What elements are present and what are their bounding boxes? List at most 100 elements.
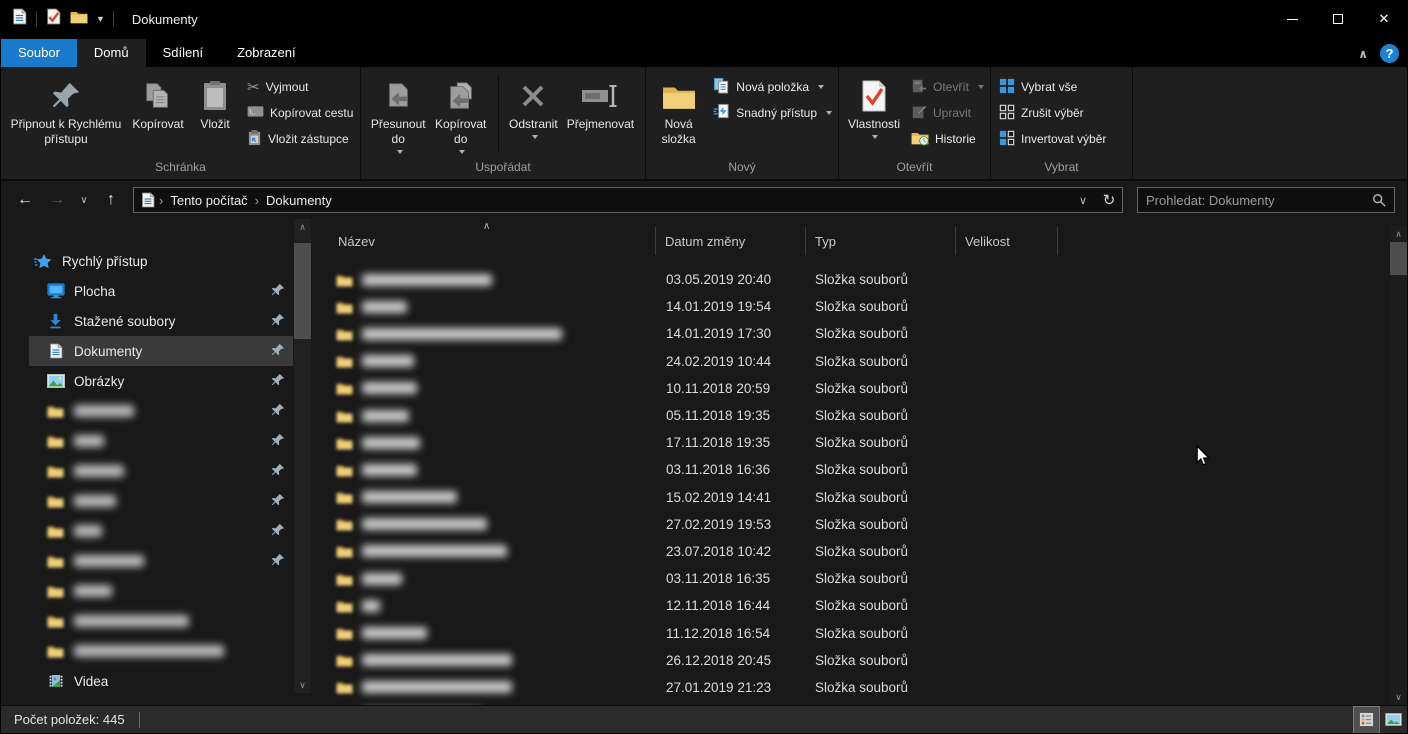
edit-button[interactable]: Upravit (911, 103, 984, 123)
pin-icon[interactable] (271, 493, 285, 510)
file-row[interactable]: 14.01.2019 17:30 Složka souborů (311, 320, 1390, 347)
sidebar-item-redacted-folder[interactable] (29, 426, 293, 456)
select-all-button[interactable]: Vybrat vše (999, 77, 1106, 97)
pin-icon[interactable] (271, 463, 285, 480)
select-none-button[interactable]: Zrušit výběr (999, 103, 1106, 123)
scrollbar-thumb[interactable] (1390, 242, 1407, 275)
sidebar-item-desktop[interactable]: Plocha (29, 276, 293, 306)
file-row[interactable]: 14.01.2019 19:54 Složka souborů (311, 293, 1390, 320)
pin-to-quick-access-button[interactable]: Připnout k Rychlému přístupu (7, 71, 125, 159)
file-row[interactable]: 23.07.2018 10:42 Složka souborů (311, 538, 1390, 565)
customize-quick-access-icon[interactable]: ▼ (96, 14, 105, 24)
file-name-blur (362, 274, 492, 286)
back-button[interactable]: ← (11, 187, 39, 213)
sidebar-item-redacted-folder[interactable] (29, 576, 293, 606)
history-button[interactable]: Historie (911, 129, 984, 149)
column-header-name[interactable]: ∧ Název (311, 227, 656, 255)
breadcrumb-current[interactable]: Dokumenty (262, 193, 336, 208)
paste-shortcut-button[interactable]: Vložit zástupce (247, 129, 353, 149)
file-row[interactable]: 12.11.2018 16:44 Složka souborů (311, 592, 1390, 619)
tab-share[interactable]: Sdílení (146, 39, 220, 67)
sidebar-item-redacted-folder[interactable] (29, 396, 293, 426)
refresh-button[interactable]: ↻ (1096, 188, 1122, 212)
copy-button[interactable]: Kopírovat (125, 71, 191, 159)
scrollbar-thumb[interactable] (294, 243, 311, 339)
search-input[interactable] (1138, 193, 1372, 208)
collapse-ribbon-icon[interactable]: ∧ (1358, 47, 1368, 61)
column-header-size[interactable]: Velikost (956, 227, 1058, 255)
pin-icon[interactable] (271, 403, 285, 420)
file-row[interactable]: 03.05.2019 20:40 Složka souborů (311, 266, 1390, 293)
help-icon[interactable]: ? (1380, 44, 1399, 63)
file-row[interactable]: 27.02.2019 19:53 Složka souborů (311, 511, 1390, 538)
details-view-button[interactable] (1353, 706, 1380, 734)
sidebar-item-redacted-folder[interactable] (29, 456, 293, 486)
scroll-down-icon[interactable]: ∨ (1390, 689, 1407, 705)
tab-home[interactable]: Domů (77, 39, 146, 67)
tab-view[interactable]: Zobrazení (220, 39, 313, 67)
column-header-type[interactable]: Typ (806, 227, 956, 255)
cut-button[interactable]: ✂ Vyjmout (247, 77, 353, 97)
file-row[interactable]: 17.11.2018 19:35 Složka souborů (311, 429, 1390, 456)
easy-access-button[interactable]: Snadný přístup (713, 103, 832, 123)
address-dropdown-button[interactable]: ∨ (1070, 188, 1096, 212)
column-header-date-modified[interactable]: Datum změny (656, 227, 806, 255)
new-folder-button[interactable]: Nová složka (652, 71, 705, 159)
file-row[interactable]: 03.11.2018 16:35 Složka souborů (311, 565, 1390, 592)
sidebar-scrollbar[interactable]: ∧ ∨ (294, 219, 311, 693)
recent-locations-button[interactable]: ∨ (75, 187, 93, 213)
paste-button[interactable]: Vložit (191, 71, 239, 159)
pin-icon[interactable] (271, 283, 285, 300)
file-list-scrollbar[interactable]: ∧ ∨ (1390, 226, 1407, 705)
pin-icon[interactable] (271, 313, 285, 330)
pin-icon[interactable] (271, 433, 285, 450)
sidebar-item-redacted-folder[interactable] (29, 486, 293, 516)
file-row[interactable]: 24.02.2019 10:44 Složka souborů (311, 348, 1390, 375)
delete-button[interactable]: Odstranit (505, 71, 562, 159)
breadcrumb-this-pc[interactable]: Tento počítač (166, 193, 251, 208)
pin-icon[interactable] (271, 553, 285, 570)
copy-path-button[interactable]: \.. Kopírovat cestu (247, 103, 353, 123)
file-row[interactable]: 03.11.2018 16:36 Složka souborů (311, 456, 1390, 483)
sidebar-item-pictures[interactable]: Obrázky (29, 366, 293, 396)
sidebar-item-documents[interactable]: Dokumenty (29, 336, 293, 366)
minimize-button[interactable] (1269, 1, 1315, 37)
file-row[interactable]: 11.12.2018 16:54 Složka souborů (311, 619, 1390, 646)
open-button[interactable]: Otevřít (911, 77, 984, 97)
sidebar-item-videos[interactable]: Videa (29, 666, 293, 696)
scroll-up-icon[interactable]: ∧ (294, 219, 311, 235)
move-to-button[interactable]: Přesunout do (367, 71, 429, 159)
new-item-button[interactable]: Nová položka (713, 77, 832, 97)
forward-button[interactable]: → (43, 187, 71, 213)
pin-icon[interactable] (271, 373, 285, 390)
close-button[interactable]: ✕ (1361, 1, 1407, 37)
properties-button[interactable]: Vlastnosti (845, 71, 903, 159)
tab-file[interactable]: Soubor (1, 39, 77, 67)
folder-icon (336, 273, 353, 287)
sidebar-item-redacted-folder[interactable] (29, 636, 293, 666)
pin-icon[interactable] (271, 343, 285, 360)
copy-to-button[interactable]: Kopírovat do (429, 71, 491, 159)
sidebar-item-redacted-folder[interactable] (29, 546, 293, 576)
pin-icon[interactable] (271, 523, 285, 540)
large-icons-view-button[interactable] (1380, 706, 1407, 734)
file-row[interactable]: 26.12.2018 20:45 Složka souborů (311, 647, 1390, 674)
scroll-down-icon[interactable]: ∨ (294, 677, 311, 693)
new-folder-quick-icon[interactable] (70, 9, 88, 29)
maximize-button[interactable] (1315, 1, 1361, 37)
up-button[interactable]: ↑ (97, 187, 125, 213)
file-row[interactable]: 27.01.2019 21:23 Složka souborů (311, 674, 1390, 701)
file-row[interactable]: 05.11.2018 19:35 Složka souborů (311, 402, 1390, 429)
scroll-up-icon[interactable]: ∧ (1390, 226, 1407, 242)
file-row[interactable]: 15.02.2019 14:41 Složka souborů (311, 484, 1390, 511)
file-row[interactable]: 10.11.2018 20:59 Složka souborů (311, 375, 1390, 402)
invert-selection-button[interactable]: Invertovat výběr (999, 129, 1106, 149)
properties-quick-icon[interactable] (45, 8, 62, 30)
sidebar-item-redacted-folder[interactable] (29, 516, 293, 546)
search-icon[interactable] (1372, 193, 1394, 207)
sidebar-item-downloads[interactable]: Stažené soubory (29, 306, 293, 336)
address-bar[interactable]: › Tento počítač › Dokumenty ∨ ↻ (133, 187, 1123, 213)
rename-button[interactable]: Přejmenovat (562, 71, 639, 159)
sidebar-item-quick-access[interactable]: Rychlý přístup (29, 246, 293, 276)
sidebar-item-redacted-folder[interactable] (29, 606, 293, 636)
